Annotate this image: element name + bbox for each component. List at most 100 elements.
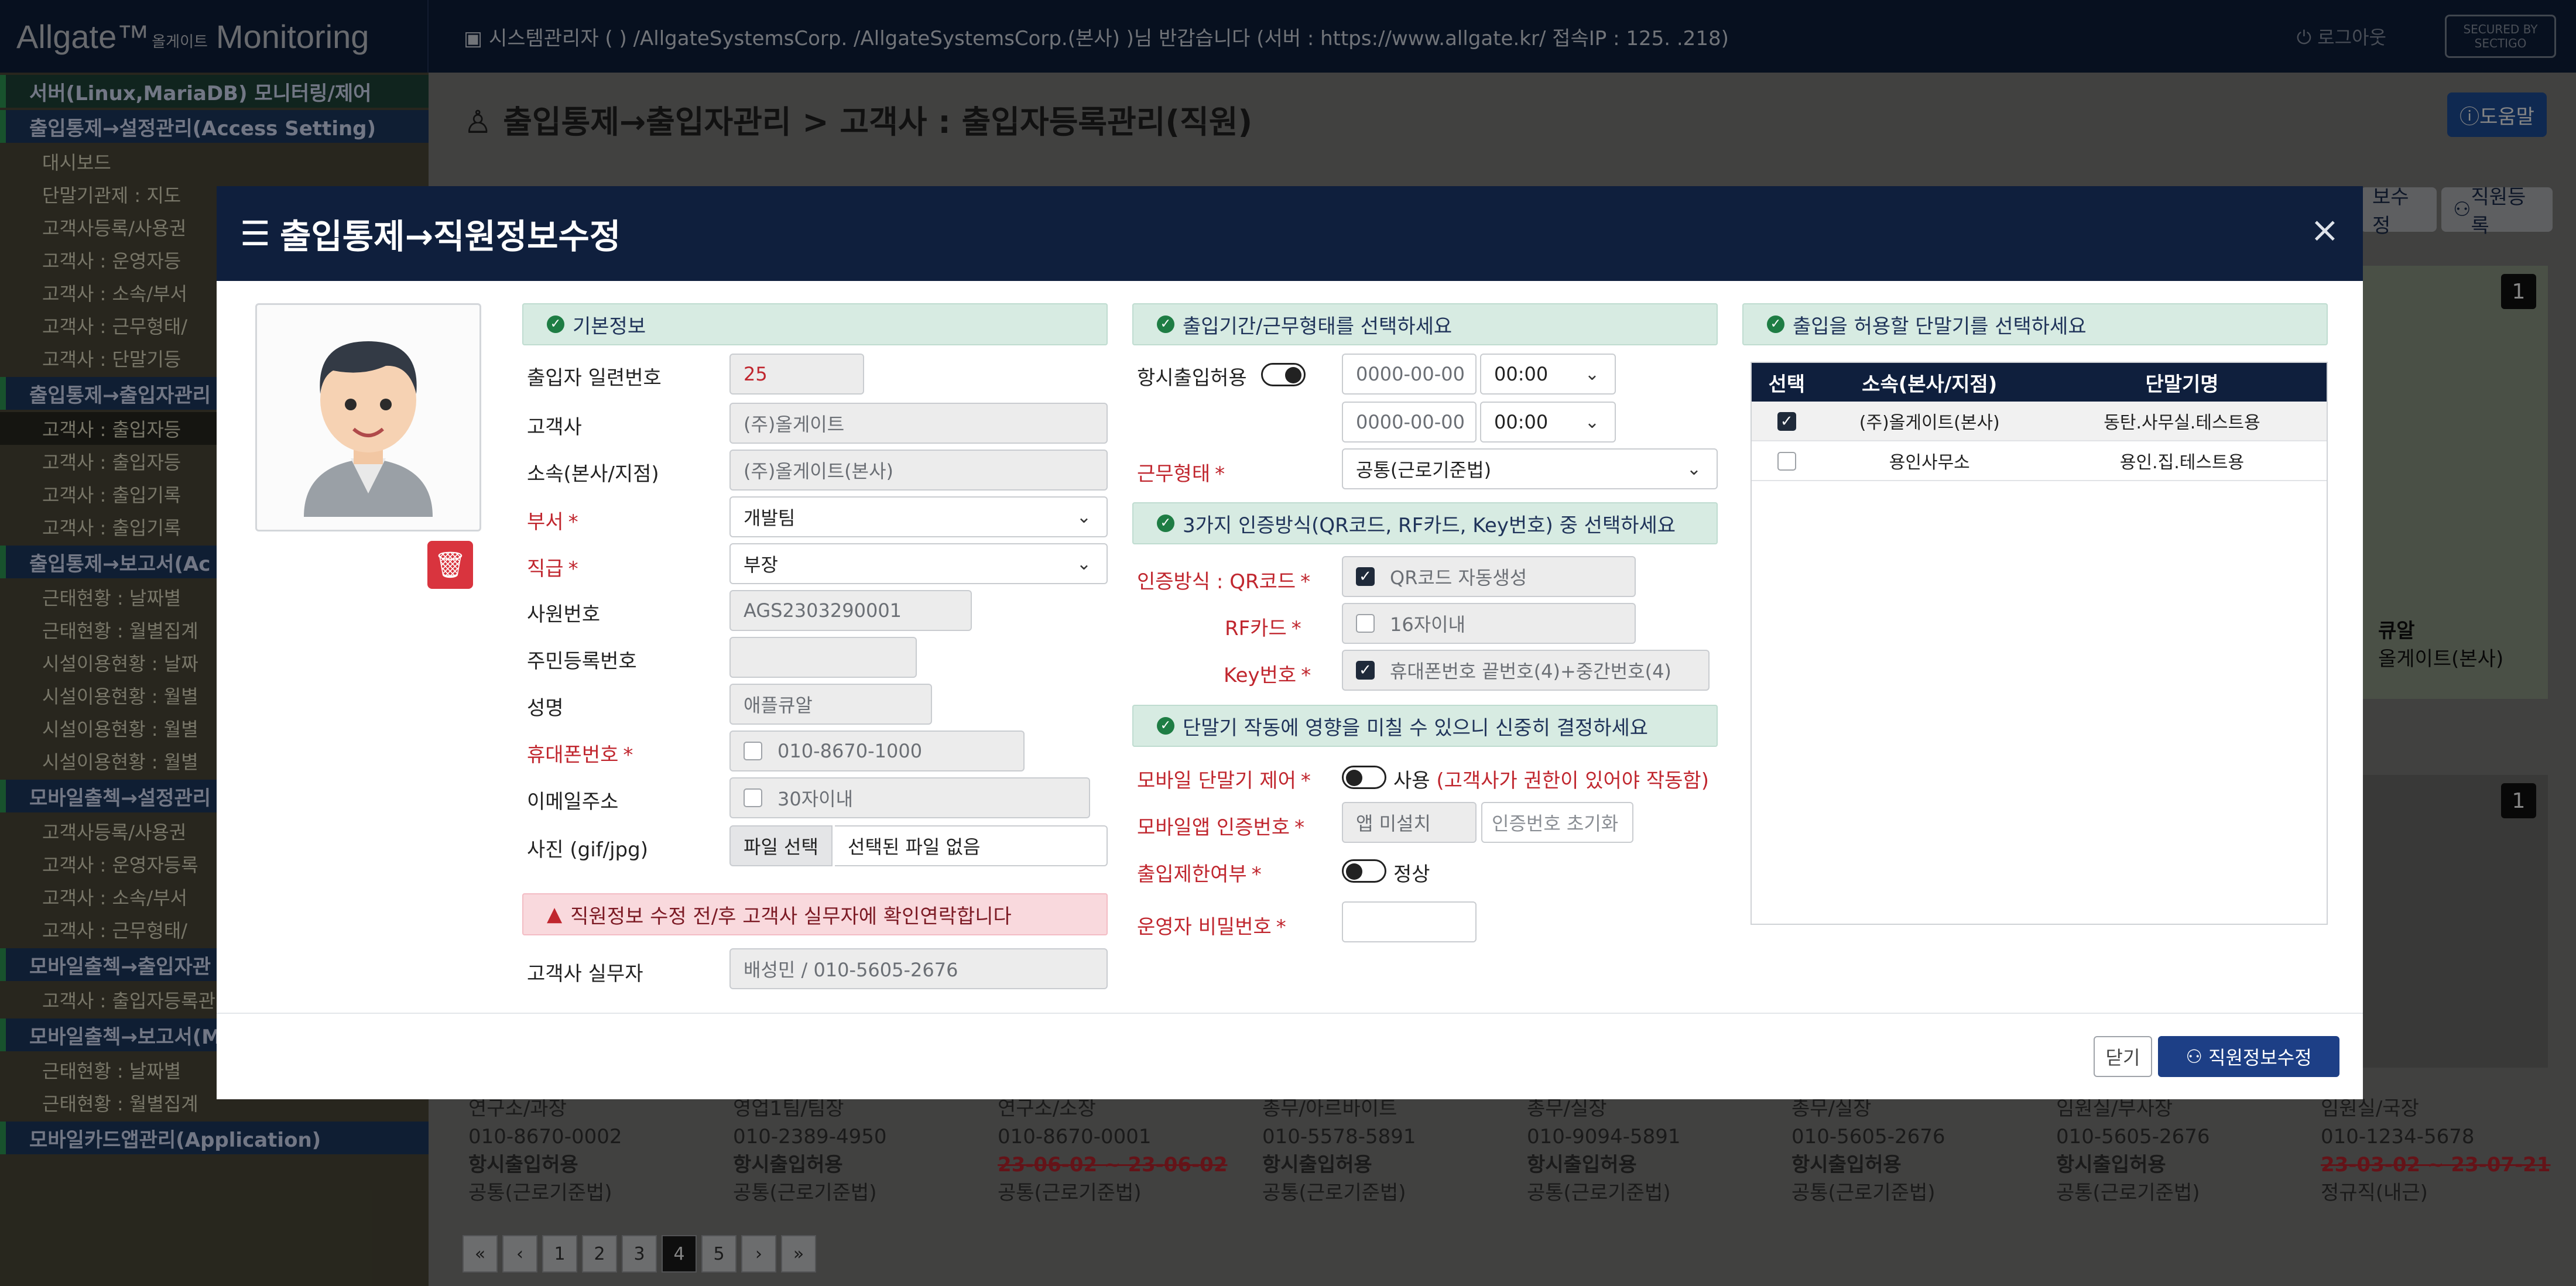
app-reset-button[interactable]: 인증번호 초기화	[1481, 802, 1633, 843]
customer-field: (주)올게이트	[729, 403, 1108, 444]
work-type-label-text: 근무형태	[1137, 462, 1211, 486]
rank-label: 직급 *	[527, 557, 578, 581]
terminal-row[interactable]: 용인사무소 용인.집.테스트용	[1752, 441, 2327, 481]
chevron-down-icon: ⌄	[1686, 459, 1701, 479]
file-select-button[interactable]: 파일 선택	[729, 825, 833, 866]
terminal-checkbox[interactable]: ✓	[1777, 412, 1796, 431]
rf-checkbox[interactable]	[1356, 614, 1375, 633]
col-branch: 소속(본사/지점)	[1862, 372, 1998, 396]
dept-select[interactable]: 개발팀 ⌄	[729, 496, 1108, 537]
key-value: 휴대폰번호 끝번호(4)+중간번호(4)	[1390, 660, 1671, 683]
access-limit-label: 출입제한여부 *	[1137, 863, 1262, 886]
qr-value: QR코드 자동생성	[1390, 567, 1527, 589]
close-button[interactable]: 닫기	[2094, 1036, 2152, 1077]
phone-label: 휴대폰번호 *	[527, 743, 633, 767]
terminal-checkbox[interactable]	[1777, 452, 1796, 471]
period-header: ✓ 출입기간/근무형태를 선택하세요	[1132, 303, 1718, 345]
basic-info-title: 기본정보	[573, 314, 646, 338]
mobile-control-label-text: 모바일 단말기 제어	[1137, 769, 1296, 793]
warning-banner: ▲ 직원정보 수정 전/후 고객사 실무자에 확인연락합니다	[522, 893, 1108, 935]
save-employee-button[interactable]: ⚇ 직원정보수정	[2158, 1036, 2339, 1077]
start-time-select[interactable]: 00:00 ⌄	[1480, 354, 1616, 395]
end-date-field[interactable]: 0000-00-00	[1342, 402, 1477, 443]
start-time-value: 00:00	[1494, 363, 1549, 385]
delete-photo-button[interactable]: 🗑	[427, 541, 473, 589]
modal-footer: 닫기 ⚇ 직원정보수정	[217, 1013, 2363, 1099]
qr-label-text: 인증방식 : QR코드	[1137, 570, 1296, 594]
mobile-control-toggle[interactable]	[1342, 766, 1386, 789]
always-access-toggle[interactable]	[1261, 363, 1306, 386]
terminal-branch: 용인사무소	[1889, 452, 1970, 473]
period-title: 출입기간/근무형태를 선택하세요	[1183, 314, 1453, 338]
qr-checkbox[interactable]: ✓	[1356, 567, 1375, 586]
col-select: 선택	[1768, 372, 1806, 396]
rank-select[interactable]: 부장 ⌄	[729, 543, 1108, 584]
terminal-table-header: 선택 소속(본사/지점) 단말기명	[1752, 363, 2327, 402]
terminal-select-cell	[1752, 451, 1822, 471]
mobile-use-text: 사용	[1393, 769, 1430, 793]
customer-label: 고객사	[527, 416, 582, 439]
edit-employee-modal: ☰ 출입통제→직원정보수정 × 🗑 ✓ 기본정보 출입자 일련번호 25 고객사 …	[217, 186, 2363, 1099]
dept-value: 개발팀	[744, 507, 796, 529]
phone-label-text: 휴대폰번호	[527, 743, 619, 767]
terminal-row[interactable]: ✓ (주)올게이트(본사) 동탄.사무실.테스트용	[1752, 402, 2327, 441]
rf-field[interactable]: 16자이내	[1342, 603, 1636, 644]
admin-password-field[interactable]	[1342, 901, 1477, 942]
start-date-field[interactable]: 0000-00-00	[1342, 354, 1477, 395]
save-label: 직원정보수정	[2208, 1047, 2312, 1069]
user-edit-icon: ⚇	[2186, 1045, 2203, 1068]
dept-label-text: 부서	[527, 510, 564, 534]
access-limit-status: 정상	[1393, 863, 1430, 886]
key-checkbox[interactable]: ✓	[1356, 661, 1375, 680]
key-field[interactable]: ✓ 휴대폰번호 끝번호(4)+중간번호(4)	[1342, 650, 1710, 691]
contact-field: 배성민 / 010-5605-2676	[729, 948, 1108, 989]
always-access-label: 항시출입허용	[1137, 366, 1247, 390]
check-circle-icon: ✓	[547, 316, 564, 333]
end-time-select[interactable]: 00:00 ⌄	[1480, 402, 1616, 443]
trash-icon: 🗑	[434, 550, 467, 580]
modal-title: 출입통제→직원정보수정	[280, 217, 621, 256]
warning-icon: ▲	[547, 903, 563, 926]
mobile-control-label: 모바일 단말기 제어 *	[1137, 769, 1311, 793]
work-type-value: 공통(근로기준법)	[1356, 459, 1492, 481]
key-label-text: Key번호	[1224, 664, 1297, 687]
chevron-down-icon: ⌄	[1584, 364, 1599, 385]
rf-label: RF카드 *	[1225, 617, 1301, 640]
name-field[interactable]: 애플큐알	[729, 684, 932, 725]
qr-label: 인증방식 : QR코드 *	[1137, 570, 1311, 594]
rf-value: 16자이내	[1390, 613, 1466, 636]
serial-field: 25	[729, 354, 864, 395]
file-name-field: 선택된 파일 없음	[835, 825, 1108, 866]
rrn-field[interactable]	[729, 637, 917, 678]
admin-password-label-text: 운영자 비밀번호	[1137, 915, 1272, 939]
auth-header: ✓ 3가지 인증방식(QR코드, RF카드, Key번호) 중 선택하세요	[1132, 502, 1718, 544]
chevron-down-icon: ⌄	[1584, 412, 1599, 433]
close-icon[interactable]: ×	[2310, 210, 2339, 251]
check-circle-icon: ✓	[1767, 316, 1784, 333]
rf-label-text: RF카드	[1225, 617, 1287, 640]
device-title: 단말기 작동에 영향을 미칠 수 있으니 신중히 결정하세요	[1183, 716, 1649, 740]
work-type-select[interactable]: 공통(근로기준법) ⌄	[1342, 448, 1718, 489]
photo-label: 사진 (gif/jpg)	[527, 838, 648, 862]
access-limit-toggle[interactable]	[1342, 859, 1386, 883]
col-terminal-name: 단말기명	[2145, 372, 2219, 396]
avatar-image	[304, 341, 433, 517]
email-field[interactable]: 30자이내	[729, 777, 1090, 818]
employee-photo	[255, 303, 481, 531]
access-limit-label-text: 출입제한여부	[1137, 863, 1247, 886]
work-type-label: 근무형태 *	[1137, 462, 1225, 486]
phone-field[interactable]: 010-8670-1000	[729, 731, 1025, 771]
branch-label: 소속(본사/지점)	[527, 462, 659, 486]
contact-label: 고객사 실무자	[527, 962, 643, 986]
email-placeholder: 30자이내	[777, 788, 854, 810]
email-checkbox[interactable]	[744, 788, 762, 807]
terminal-title: 출입을 허용할 단말기를 선택하세요	[1793, 314, 2087, 338]
rank-label-text: 직급	[527, 557, 564, 581]
modal-body: 🗑 ✓ 기본정보 출입자 일련번호 25 고객사 (주)올게이트 소속(본사/지점…	[217, 281, 2363, 1013]
terminal-select-cell: ✓	[1752, 411, 1822, 431]
terminal-branch: (주)올게이트(본사)	[1859, 413, 2000, 433]
name-label: 성명	[527, 697, 564, 720]
phone-checkbox[interactable]	[744, 742, 762, 760]
phone-value: 010-8670-1000	[777, 740, 923, 762]
serial-label: 출입자 일련번호	[527, 366, 662, 390]
